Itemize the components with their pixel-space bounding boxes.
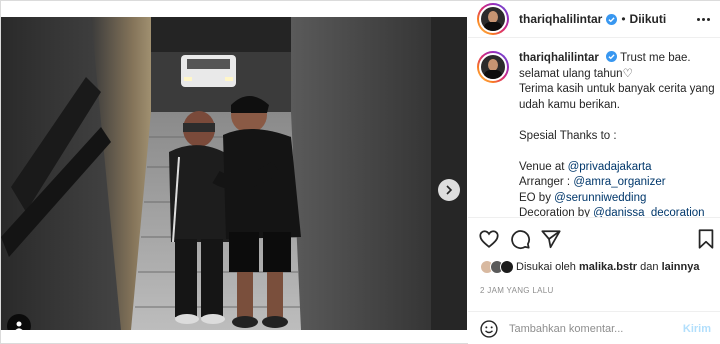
likes-prefix: Disukai oleh — [516, 261, 576, 273]
comment-icon — [511, 230, 530, 249]
verified-badge-icon — [606, 51, 618, 62]
paper-plane-icon — [541, 230, 561, 249]
liker-avatars[interactable] — [480, 260, 514, 274]
post-timestamp[interactable]: 2 JAM YANG LALU — [480, 286, 554, 295]
avatar-image — [479, 5, 507, 33]
header-separator: • — [621, 12, 626, 26]
decoration-mention-link[interactable]: @danissa_decoration — [593, 207, 704, 217]
more-options-button[interactable] — [697, 12, 713, 26]
caption: thariqhalilintar Trust me bae. selamat u… — [519, 51, 715, 217]
share-button[interactable] — [540, 228, 562, 250]
username-link[interactable]: thariqhalilintar — [519, 12, 602, 26]
smiley-icon — [480, 319, 498, 338]
post-media[interactable] — [1, 17, 467, 330]
following-button[interactable]: Diikuti — [630, 12, 667, 26]
caption-section: thariqhalilintar Trust me bae. selamat u… — [468, 39, 720, 217]
caption-username-link[interactable]: thariqhalilintar — [519, 52, 599, 64]
bookmark-icon — [698, 229, 714, 249]
emoji-button[interactable] — [479, 319, 499, 339]
caption-line: selamat ulang tahun♡ — [519, 67, 633, 80]
caption-line: udah kamu berikan. — [519, 98, 621, 111]
venue-mention-link[interactable]: @privadajakarta — [568, 161, 652, 173]
avatar[interactable] — [477, 3, 509, 35]
comment-input[interactable] — [509, 322, 659, 335]
user-tag-icon — [15, 321, 23, 330]
chevron-right-icon — [446, 185, 453, 195]
liker-username-link[interactable]: malika.bstr — [579, 261, 637, 273]
action-bar — [468, 217, 720, 261]
verified-badge-icon — [606, 13, 618, 25]
eo-mention-link[interactable]: @serunniwedding — [554, 192, 646, 204]
save-button[interactable] — [696, 228, 718, 250]
others-likes-link[interactable]: lainnya — [662, 261, 700, 273]
arranger-mention-link[interactable]: @amra_organizer — [573, 176, 665, 188]
caption-line: Trust me bae. — [620, 52, 691, 64]
caption-line: Arranger : — [519, 176, 574, 188]
avatar[interactable] — [477, 51, 509, 83]
post-sidebar: thariqhalilintar • Diikuti thariqhalilin… — [468, 1, 720, 344]
caption-line: Venue at — [519, 160, 568, 173]
likes-summary: Disukai oleh malika.bstr dan lainnya — [480, 260, 699, 274]
caption-line: Terima kasih untuk banyak cerita yang — [519, 83, 715, 95]
comment-bar: Kirim — [468, 311, 720, 344]
caption-line: EO by — [519, 191, 555, 204]
next-slide-button[interactable] — [438, 179, 460, 201]
post-header: thariqhalilintar • Diikuti — [468, 1, 720, 38]
heart-icon — [479, 230, 499, 248]
post-photo — [1, 17, 467, 330]
caption-line: Spesial Thanks to : — [519, 129, 617, 142]
like-button[interactable] — [478, 228, 500, 250]
likes-conjunction: dan — [640, 261, 659, 273]
instagram-post: thariqhalilintar • Diikuti thariqhalilin… — [0, 0, 720, 344]
post-comment-button[interactable]: Kirim — [683, 323, 711, 335]
avatar — [500, 260, 514, 274]
avatar-image — [479, 53, 507, 81]
more-dots-icon — [697, 17, 700, 21]
comment-button[interactable] — [509, 228, 531, 250]
caption-line: Decoration by — [519, 207, 594, 217]
